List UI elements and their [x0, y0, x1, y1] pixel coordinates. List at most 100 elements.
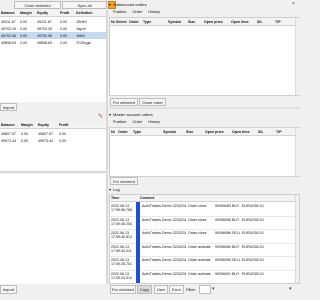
log-cell: Order close — [188, 204, 207, 208]
col-definition[interactable]: Definition — [76, 11, 104, 15]
sync-all-button[interactable]: Sync all — [62, 1, 107, 9]
user-button[interactable]: User — [154, 285, 168, 294]
col-equity[interactable]: Equity — [38, 123, 59, 127]
log-cell: EURUSD — [242, 204, 257, 208]
log-cell: Order activate — [188, 258, 211, 262]
log-cell: ActivTrades-Demo 3233231 — [142, 244, 187, 249]
filter-input[interactable] — [199, 285, 211, 294]
table-row[interactable]: 49703.29 0.00 49703.29 0.00 JayuV — [0, 25, 106, 32]
col-profit[interactable]: Profit — [59, 123, 75, 127]
col-margin[interactable]: Margin — [20, 11, 37, 15]
col-profit[interactable]: Profit — [60, 11, 76, 15]
log-cell: 99396089 — [215, 244, 231, 249]
tab-order[interactable]: Order — [130, 120, 146, 124]
scrollbar[interactable] — [295, 195, 299, 283]
log-cell: 99395083 — [215, 204, 231, 208]
log-cell: SELL — [232, 231, 241, 235]
accounts-header: Balance Margin Equity Profit Definition — [0, 10, 106, 17]
collapse-arrow-icon[interactable]: ▾ — [109, 112, 111, 117]
log-row[interactable]: 2022.06.13 17:59:34.311 ActivTrades-Demo … — [110, 242, 295, 257]
collapse-arrow-icon[interactable]: ▾ — [109, 187, 111, 192]
log-marker — [136, 229, 140, 243]
close-order-button[interactable]: Close order — [139, 98, 166, 106]
for-selected-button[interactable]: For selected — [110, 98, 138, 106]
table-row[interactable]: 49211.67 0.00 49211.67 0.00 JDrfeV — [0, 18, 106, 25]
log-cell: 2022.06.13 17:59:23.512 — [111, 271, 132, 280]
for-checked-button[interactable]: For checked — [110, 177, 138, 185]
table-row[interactable]: 49898.63 0.00 49898.63 0.00 7CDhyge — [0, 39, 106, 46]
log-cell: 2022.06.13 17:59:46.254 — [111, 217, 132, 226]
subaccount-orders-table: Nr Select Order Type Symbol Size Open pr… — [109, 17, 300, 96]
log-cell: EURUSD — [242, 258, 257, 262]
copy-button[interactable]: Copy — [137, 285, 152, 294]
log-marker — [136, 269, 140, 283]
log-cell: 0.01 — [257, 244, 264, 249]
edit-icon[interactable]: ✎ — [98, 114, 105, 121]
accounts-table: Balance Margin Equity Profit Definition … — [0, 10, 106, 102]
accounts-header-2: Balance Margin Equity Profit — [0, 122, 106, 129]
log-cell: BUY — [232, 271, 240, 276]
arrow-down-icon[interactable]: ▾ — [289, 286, 294, 293]
scrollbar[interactable] — [295, 128, 300, 176]
col-balance[interactable]: Balance — [0, 11, 20, 15]
log-cell: 99396091 — [215, 271, 231, 276]
col-equity[interactable]: Equity — [37, 11, 60, 15]
log-cell: 0.01 — [257, 258, 264, 262]
subaccount-tabs: Position Order History — [110, 10, 163, 14]
horizontal-splitter[interactable] — [0, 171, 108, 173]
log-cell: ActivTrades-Demo 3233231 — [142, 217, 187, 222]
scrollbar[interactable] — [295, 18, 300, 95]
vertical-splitter[interactable] — [106, 10, 108, 170]
log-cell: EURUSD — [242, 244, 257, 249]
log-cell: ActivTrades-Demo 3233231 — [142, 231, 187, 235]
log-row[interactable]: 2022.06.13 17:59:40.813 ActivTrades-Demo … — [110, 229, 295, 244]
master-tabs: Position Order History — [110, 120, 163, 124]
tab-history[interactable]: History — [145, 120, 163, 124]
log-row[interactable]: 2022.06.13 17:59:23.512 ActivTrades-Demo … — [110, 269, 295, 283]
log-cell: 99396085 — [215, 217, 231, 222]
log-cell: 2022.06.13 17:59:40.813 — [111, 231, 132, 240]
tab-position[interactable]: Position — [110, 120, 130, 124]
subaccount-orders-header: ▾ Subaccount orders — [109, 1, 147, 8]
master-orders-table: Nr Order Type Symbol Size Open price Ope… — [109, 127, 300, 177]
col-balance[interactable]: Balance — [0, 123, 21, 127]
log-row[interactable]: 2022.06.13 17:59:28.701 ActivTrades-Demo … — [110, 256, 295, 271]
table-row-selected[interactable]: 49702.96 0.00 49702.96 0.00 JfdeV — [0, 32, 106, 39]
collapse-arrow-icon[interactable]: ▾ — [109, 2, 111, 7]
tab-history[interactable]: History — [145, 10, 163, 14]
table-row[interactable]: 49973.44 0.00 49973.44 0.00 — [0, 137, 106, 144]
log-cell: 0.01 — [257, 204, 264, 208]
log-cell: EURUSD — [242, 231, 257, 235]
import-button[interactable]: Import — [0, 103, 17, 111]
log-cell: 2022.06.13 17:59:56.768 — [111, 204, 132, 213]
log-header-row: Time Connect — [110, 195, 295, 202]
filter-label: Filter: — [186, 287, 196, 292]
log-marker — [136, 202, 140, 216]
orders-header: Nr Order Type Symbol Size Open price Ope… — [110, 128, 295, 136]
log-cell: ActivTrades-Demo 3233231 — [142, 204, 187, 208]
log-cell: 99396090 — [215, 258, 231, 262]
log-table: Time Connect 2022.06.13 17:59:56.768 Acti… — [109, 194, 300, 284]
log-cell: Order close — [188, 231, 207, 235]
error-button[interactable]: Error — [169, 285, 184, 294]
log-cell: 0.01 — [257, 271, 264, 276]
log-row[interactable]: 2022.06.13 17:59:56.768 ActivTrades-Demo … — [110, 202, 295, 217]
col-margin[interactable]: Margin — [21, 123, 38, 127]
log-row[interactable]: 2022.06.13 17:59:46.254 ActivTrades-Demo … — [110, 215, 295, 230]
close-selected-button[interactable]: Close selected — [14, 1, 61, 9]
log-for-checked-button[interactable]: For checked — [110, 285, 136, 294]
table-row[interactable]: 49807.97 0.00 49807.97 0.00 — [0, 130, 106, 137]
import-button-2[interactable]: Import — [0, 285, 17, 294]
log-cell: BUY — [232, 204, 240, 208]
filter-clear-icon[interactable]: ▾ — [212, 286, 218, 293]
tab-position[interactable]: Position — [110, 10, 130, 14]
master-orders-header: ▾ Master account orders — [109, 111, 153, 118]
log-title: Log — [113, 187, 120, 192]
orders-header: Nr Select Order Type Symbol Size Open pr… — [110, 18, 295, 26]
vertical-splitter-2[interactable] — [106, 174, 108, 284]
log-cell: Order activate — [188, 244, 211, 249]
close-icon[interactable]: × — [292, 1, 295, 7]
log-cell: EURUSD — [242, 271, 257, 276]
tab-order[interactable]: Order — [130, 10, 146, 14]
left-bottom-panel — [0, 174, 106, 284]
